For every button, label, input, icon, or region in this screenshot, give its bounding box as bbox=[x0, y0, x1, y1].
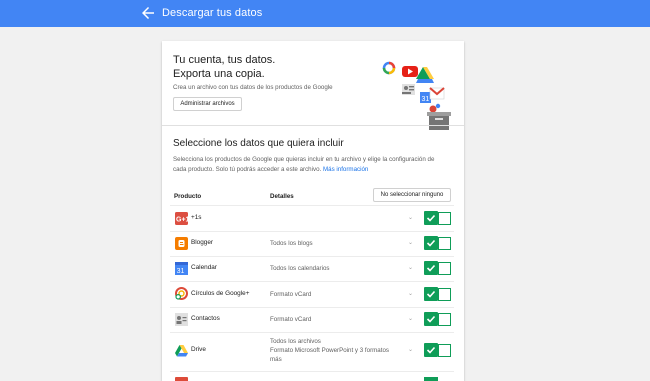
select-description-line1: Selecciona los productos de Google que q… bbox=[173, 156, 435, 163]
contacts-icon bbox=[175, 313, 188, 326]
product-row-plusones: G+1 +1s ⌄ bbox=[162, 206, 464, 231]
select-description-line2: cada producto. Solo tú podrás acceder a … bbox=[173, 166, 322, 173]
product-row-contacts: Contactos Formato vCard ⌄ bbox=[162, 307, 464, 332]
product-details-line2: Formato Microsoft PowerPoint y 3 formato… bbox=[270, 347, 389, 354]
product-name: Blogger bbox=[191, 239, 214, 246]
arrow-back-icon[interactable] bbox=[139, 4, 157, 22]
column-header-details: Detalles bbox=[270, 193, 294, 200]
toggle-on-part bbox=[424, 261, 438, 275]
google-plus-one-icon: G+1 bbox=[175, 212, 188, 225]
product-details: Formato vCard bbox=[270, 316, 312, 323]
svg-text:31: 31 bbox=[422, 96, 430, 103]
toggle-off-part bbox=[438, 262, 451, 275]
product-name: Contactos bbox=[191, 315, 220, 322]
toggle-off-part bbox=[438, 344, 451, 357]
chevron-down-icon[interactable]: ⌄ bbox=[408, 346, 413, 353]
include-toggle[interactable] bbox=[424, 236, 451, 250]
column-header-product: Producto bbox=[174, 193, 202, 200]
intro-subtitle: Crea un archivo con tus datos de los pro… bbox=[173, 84, 333, 91]
check-icon bbox=[426, 346, 436, 354]
toggle-on-part bbox=[424, 312, 438, 326]
toggle-off-part bbox=[438, 313, 451, 326]
check-icon bbox=[426, 264, 436, 272]
svg-text:G+1: G+1 bbox=[176, 217, 188, 224]
intro-heading-line1: Tu cuenta, tus datos. bbox=[173, 54, 276, 66]
include-toggle[interactable] bbox=[424, 211, 451, 225]
product-name: Calendar bbox=[191, 264, 217, 271]
product-details-line3: más bbox=[270, 356, 282, 363]
include-toggle[interactable] bbox=[424, 287, 451, 301]
include-toggle[interactable] bbox=[424, 343, 451, 357]
check-icon bbox=[426, 239, 436, 247]
product-details: Todos los calendarios bbox=[270, 265, 330, 272]
check-icon bbox=[426, 214, 436, 222]
manage-archives-button[interactable]: Administrar archivos bbox=[173, 97, 242, 111]
product-name: Drive bbox=[191, 346, 206, 353]
product-row-blogger: Blogger Todos los blogs ⌄ bbox=[162, 231, 464, 256]
product-row-circles: Círculos de Google+ Formato vCard ⌄ bbox=[162, 281, 464, 307]
check-icon bbox=[426, 315, 436, 323]
drive-icon bbox=[175, 345, 188, 357]
product-details: Formato vCard bbox=[270, 291, 312, 298]
select-description-line2-wrap: cada producto. Solo tú podrás acceder a … bbox=[173, 165, 455, 175]
toggle-on-part bbox=[424, 343, 438, 357]
more-info-link[interactable]: Más información bbox=[323, 166, 368, 173]
takeout-card: Tu cuenta, tus datos. Exporta una copia.… bbox=[162, 41, 464, 381]
product-row-partial bbox=[162, 372, 464, 381]
select-description: Selecciona los productos de Google que q… bbox=[173, 155, 455, 175]
deselect-all-button[interactable]: No seleccionar ninguno bbox=[373, 188, 451, 202]
product-details: Todos los archivos Formato Microsoft Pow… bbox=[270, 337, 389, 364]
google-products-illustration-icon: 31 bbox=[382, 61, 451, 130]
check-icon bbox=[426, 290, 436, 298]
product-details: Todos los blogs bbox=[270, 240, 313, 247]
select-heading: Seleccione los datos que quiera incluir bbox=[173, 138, 344, 149]
chevron-down-icon[interactable]: ⌄ bbox=[408, 239, 413, 246]
product-row-calendar: 31 Calendar Todos los calendarios ⌄ bbox=[162, 256, 464, 281]
intro-heading-line2: Exporta una copia. bbox=[173, 68, 265, 80]
google-circles-icon bbox=[175, 287, 188, 300]
calendar-icon: 31 bbox=[175, 262, 188, 275]
toggle-on-part bbox=[424, 236, 438, 250]
svg-text:31: 31 bbox=[177, 268, 185, 275]
product-details-line1: Todos los archivos bbox=[270, 338, 321, 345]
chevron-down-icon[interactable]: ⌄ bbox=[408, 264, 413, 271]
page-title: Descargar tus datos bbox=[162, 7, 263, 19]
toggle-off-part bbox=[438, 212, 451, 225]
toggle-off-part bbox=[438, 288, 451, 301]
include-toggle[interactable] bbox=[424, 312, 451, 326]
chevron-down-icon[interactable]: ⌄ bbox=[408, 315, 413, 322]
chevron-down-icon[interactable]: ⌄ bbox=[408, 214, 413, 221]
intro-heading: Tu cuenta, tus datos. Exporta una copia. bbox=[173, 53, 275, 81]
chevron-down-icon[interactable]: ⌄ bbox=[408, 290, 413, 297]
app-header: Descargar tus datos bbox=[0, 0, 650, 27]
toggle-on-part bbox=[424, 211, 438, 225]
product-name: +1s bbox=[191, 214, 202, 221]
blogger-icon bbox=[175, 237, 188, 250]
product-name: Círculos de Google+ bbox=[191, 290, 250, 297]
section-divider bbox=[162, 125, 464, 126]
toggle-off-part bbox=[438, 237, 451, 250]
toggle-on-part bbox=[424, 287, 438, 301]
include-toggle[interactable] bbox=[424, 261, 451, 275]
product-row-drive: Drive Todos los archivos Formato Microso… bbox=[162, 332, 464, 370]
